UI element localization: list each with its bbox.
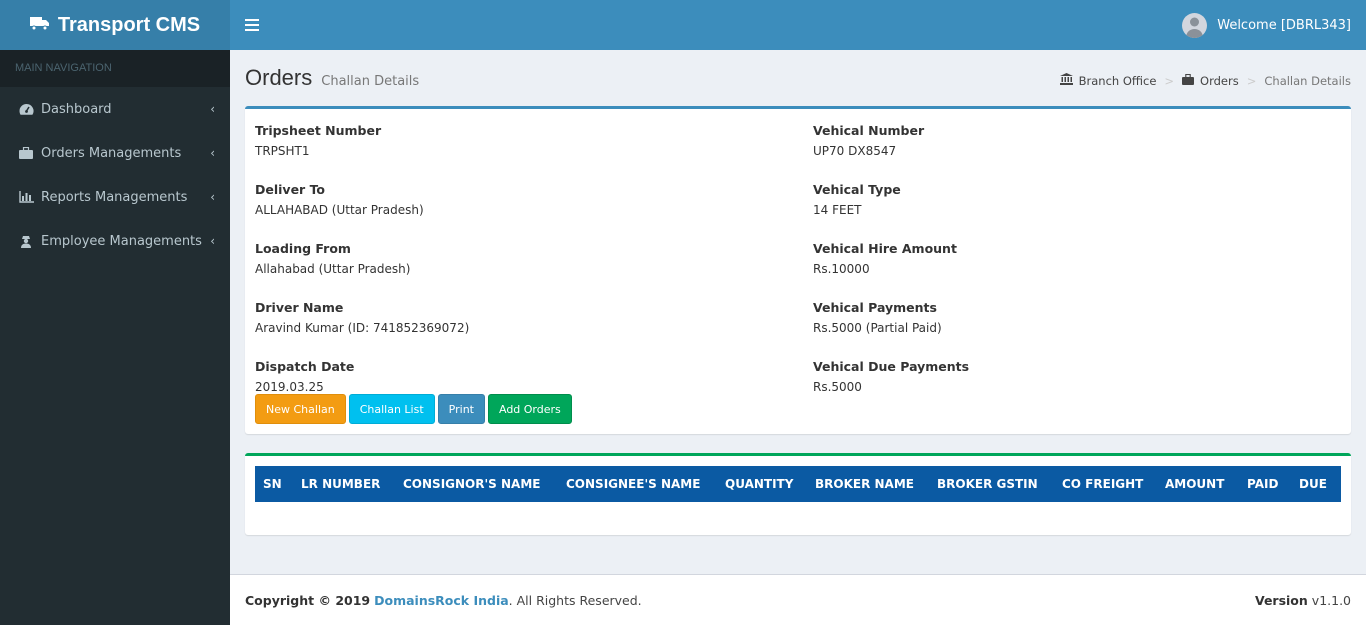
- column-header[interactable]: DUE: [1291, 466, 1341, 502]
- field-label: Driver Name: [255, 300, 344, 315]
- sidebar: Transport CMS MAIN NAVIGATION Dashboard …: [0, 0, 230, 625]
- column-header[interactable]: QUANTITY: [717, 466, 807, 502]
- sidebar-item-employees[interactable]: Employee Managements ‹: [0, 219, 230, 263]
- briefcase-icon: [18, 146, 34, 160]
- breadcrumb-separator: >: [1164, 73, 1175, 88]
- challan-details-box: Tripsheet Number TRPSHT1 Deliver To ALLA…: [245, 106, 1351, 434]
- version-label: Version: [1254, 592, 1308, 608]
- copyright-text: Copyright © 2019: [245, 592, 371, 608]
- challan-list-button[interactable]: Challan List: [348, 394, 435, 424]
- app-title: Transport CMS: [57, 13, 201, 36]
- details-right-column: Vehical Number UP70 DX8547 Vehical Type …: [813, 119, 969, 414]
- field-value: 14 FEET: [813, 203, 862, 217]
- sidebar-item-orders[interactable]: Orders Managements ‹: [0, 131, 230, 175]
- field-label: Loading From: [255, 241, 351, 256]
- chevron-left-icon: ‹: [210, 102, 215, 116]
- page-subtitle: Challan Details: [321, 74, 420, 89]
- breadcrumb-separator: >: [1246, 73, 1257, 88]
- welcome-text: Welcome [DBRL343]: [1217, 17, 1351, 33]
- orders-table-box: SN LR NUMBER CONSIGNOR'S NAME CONSIGNEE'…: [245, 453, 1351, 535]
- field-value: 2019.03.25: [255, 380, 324, 394]
- field-value: Aravind Kumar (ID: 741852369072): [255, 321, 470, 335]
- bar-chart-icon: [18, 190, 34, 204]
- field-value: Allahabad (Uttar Pradesh): [255, 262, 411, 276]
- column-header[interactable]: CONSIGNEE'S NAME: [558, 466, 717, 502]
- detail-field: Loading From Allahabad (Uttar Pradesh): [255, 241, 469, 296]
- sidebar-item-reports[interactable]: Reports Managements ‹: [0, 175, 230, 219]
- user-menu[interactable]: Welcome [DBRL343]: [1182, 12, 1351, 38]
- field-label: Dispatch Date: [255, 359, 355, 374]
- sidebar-item-dashboard[interactable]: Dashboard ‹: [0, 87, 230, 131]
- breadcrumb-home[interactable]: Branch Office: [1079, 74, 1157, 88]
- detail-field: Vehical Due Payments Rs.5000: [813, 359, 969, 414]
- column-header[interactable]: CO FREIGHT: [1054, 466, 1157, 502]
- dashboard-icon: [18, 102, 34, 116]
- field-label: Vehical Hire Amount: [813, 241, 957, 256]
- column-header[interactable]: SN: [255, 466, 293, 502]
- detail-field: Vehical Type 14 FEET: [813, 182, 969, 237]
- page-header: Orders Challan Details Branch Office > O…: [230, 50, 1366, 107]
- detail-field: Vehical Payments Rs.5000 (Partial Paid): [813, 300, 969, 355]
- sidebar-toggle-icon[interactable]: [245, 19, 259, 31]
- breadcrumb-current: Challan Details: [1264, 73, 1351, 88]
- rights-text: . All Rights Reserved.: [508, 592, 642, 608]
- main-content: Orders Challan Details Branch Office > O…: [230, 50, 1366, 535]
- field-value: Rs.5000 (Partial Paid): [813, 321, 942, 335]
- page-title: Orders: [245, 65, 313, 90]
- avatar: [1182, 12, 1208, 38]
- add-orders-button[interactable]: Add Orders: [487, 394, 572, 424]
- detail-field: Vehical Number UP70 DX8547: [813, 123, 969, 178]
- detail-field: Deliver To ALLAHABAD (Uttar Pradesh): [255, 182, 469, 237]
- sidebar-item-label: Orders Managements: [41, 145, 182, 161]
- detail-field: Tripsheet Number TRPSHT1: [255, 123, 469, 178]
- field-value: Rs.10000: [813, 262, 870, 276]
- field-label: Vehical Payments: [813, 300, 937, 315]
- field-value: TRPSHT1: [255, 144, 310, 158]
- chevron-left-icon: ‹: [210, 190, 215, 204]
- field-value: UP70 DX8547: [813, 144, 897, 158]
- top-header: Welcome [DBRL343]: [230, 0, 1366, 50]
- company-link[interactable]: DomainsRock India: [374, 593, 509, 608]
- column-header[interactable]: BROKER NAME: [807, 466, 929, 502]
- detail-field: Driver Name Aravind Kumar (ID: 741852369…: [255, 300, 469, 355]
- print-button[interactable]: Print: [437, 394, 485, 424]
- table-header-row: SN LR NUMBER CONSIGNOR'S NAME CONSIGNEE'…: [255, 466, 1341, 502]
- orders-table: SN LR NUMBER CONSIGNOR'S NAME CONSIGNEE'…: [255, 466, 1341, 502]
- field-label: Tripsheet Number: [255, 123, 382, 138]
- footer-copyright: Copyright © 2019 DomainsRock India. All …: [245, 593, 642, 608]
- footer-version: Version v1.1.0: [1255, 593, 1351, 608]
- bank-icon: [1059, 73, 1073, 88]
- truck-icon: [29, 14, 50, 37]
- column-header[interactable]: CONSIGNOR'S NAME: [395, 466, 558, 502]
- field-label: Vehical Type: [813, 182, 901, 197]
- version-number: v1.1.0: [1311, 592, 1351, 608]
- field-label: Vehical Number: [813, 123, 925, 138]
- detail-field: Vehical Hire Amount Rs.10000: [813, 241, 969, 296]
- column-header[interactable]: PAID: [1239, 466, 1291, 502]
- details-left-column: Tripsheet Number TRPSHT1 Deliver To ALLA…: [255, 119, 469, 414]
- breadcrumb: Branch Office > Orders > Challan Details: [1059, 73, 1351, 88]
- user-secret-icon: [18, 234, 34, 248]
- nav-header: MAIN NAVIGATION: [0, 50, 230, 87]
- column-header[interactable]: LR NUMBER: [293, 466, 395, 502]
- new-challan-button[interactable]: New Challan: [255, 394, 346, 424]
- field-value: Rs.5000: [813, 380, 862, 394]
- breadcrumb-orders[interactable]: Orders: [1200, 74, 1239, 88]
- action-buttons: New Challan Challan List Print Add Order…: [255, 394, 572, 424]
- field-label: Deliver To: [255, 182, 326, 197]
- app-logo[interactable]: Transport CMS: [0, 0, 230, 50]
- sidebar-item-label: Dashboard: [41, 101, 112, 117]
- briefcase-icon: [1182, 73, 1195, 88]
- sidebar-item-label: Reports Managements: [41, 189, 188, 205]
- field-label: Vehical Due Payments: [813, 359, 970, 374]
- chevron-left-icon: ‹: [210, 234, 215, 248]
- column-header[interactable]: AMOUNT: [1157, 466, 1239, 502]
- chevron-left-icon: ‹: [210, 146, 215, 160]
- sidebar-item-label: Employee Managements: [41, 233, 202, 249]
- footer: Copyright © 2019 DomainsRock India. All …: [230, 574, 1366, 625]
- column-header[interactable]: BROKER GSTIN: [929, 466, 1054, 502]
- field-value: ALLAHABAD (Uttar Pradesh): [255, 203, 424, 217]
